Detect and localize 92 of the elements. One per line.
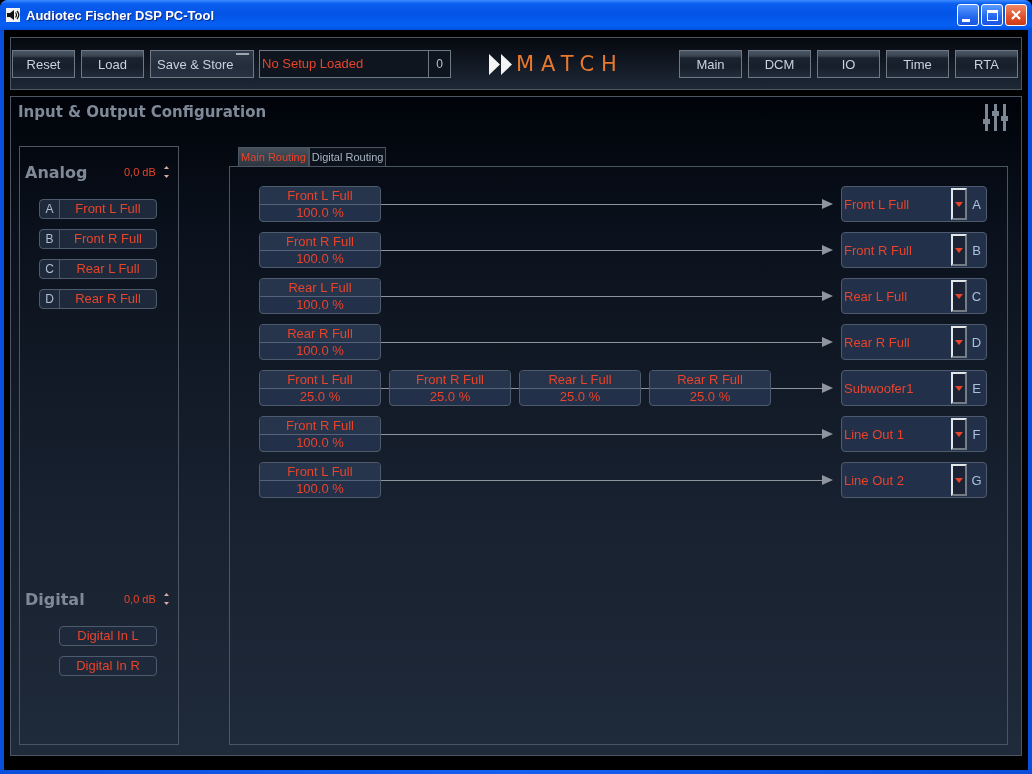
caret-icon [955, 477, 963, 483]
channel-letter: G [970, 471, 983, 490]
source-name[interactable]: Rear R Full [260, 325, 380, 343]
channel-letter: E [971, 379, 982, 398]
nav-button[interactable]: IO [817, 50, 880, 78]
maximize-button[interactable] [981, 4, 1003, 26]
caret-icon [955, 431, 963, 437]
dropdown-button[interactable] [951, 418, 967, 450]
output-channel-name[interactable]: Line Out 1 [842, 417, 951, 451]
toolbar-button[interactable]: Reset [12, 50, 75, 78]
stepper-icon[interactable] [163, 166, 169, 178]
mix-level-value[interactable]: 25.0 % [650, 388, 770, 405]
tab[interactable]: Main Routing [238, 147, 309, 166]
channel-letter: A [971, 195, 982, 214]
close-icon [1011, 10, 1021, 20]
close-button[interactable] [1005, 4, 1027, 26]
input-channel-name[interactable]: Digital In R [60, 657, 156, 675]
panel-title: Input & Output Configuration [18, 103, 267, 121]
connector-line [381, 387, 389, 389]
source-name[interactable]: Front R Full [390, 371, 510, 389]
mix-level-value[interactable]: 100.0 % [260, 480, 380, 497]
nav-button[interactable]: RTA [955, 50, 1018, 78]
dropdown-button[interactable] [951, 234, 967, 266]
minimize-icon [962, 18, 970, 22]
input-group-title: Analog [25, 162, 89, 182]
channel-letter: B [971, 241, 982, 260]
source-name[interactable]: Front L Full [260, 463, 380, 481]
output-channel-name[interactable]: Front L Full [842, 187, 951, 221]
input-channel-name[interactable]: Front R Full [60, 230, 156, 248]
output-channel-name[interactable]: Front R Full [842, 233, 951, 267]
source-name[interactable]: Rear L Full [520, 371, 640, 389]
mix-level-value[interactable]: 25.0 % [520, 388, 640, 405]
mix-level-value[interactable]: 100.0 % [260, 204, 380, 221]
source-name[interactable]: Front R Full [260, 233, 380, 251]
gain-value[interactable]: 0,0 dB [124, 593, 156, 605]
mix-level-value[interactable]: 25.0 % [260, 388, 380, 405]
toolbar-button[interactable]: Save & Store [150, 50, 254, 78]
nav-button[interactable]: Main [679, 50, 742, 78]
gain-value[interactable]: 0,0 dB [124, 166, 156, 178]
nav-button[interactable]: DCM [748, 50, 811, 78]
dropdown-button[interactable] [951, 326, 967, 358]
input-channel-name[interactable]: Rear R Full [60, 290, 156, 308]
input-channel-name[interactable]: Digital In L [60, 627, 156, 645]
connector-line [511, 387, 519, 389]
dropdown-button[interactable] [951, 372, 967, 404]
channel-letter: C [970, 287, 983, 306]
input-channel-name[interactable]: Rear L Full [60, 260, 156, 278]
channel-letter: C [40, 260, 60, 278]
input-channel-name[interactable]: Front L Full [60, 200, 156, 218]
caret-icon [955, 339, 963, 345]
speaker-icon [6, 8, 20, 22]
mix-level-value[interactable]: 100.0 % [260, 250, 380, 267]
toolbar-button[interactable]: Load [81, 50, 144, 78]
setup-count: 0 [428, 51, 450, 77]
indicator-bar-icon [236, 53, 249, 55]
sliders-icon[interactable] [983, 104, 1008, 131]
dropdown-button[interactable] [951, 188, 967, 220]
channel-letter: B [40, 230, 60, 248]
channel-letter: D [40, 290, 60, 308]
output-channel-name[interactable]: Subwoofer1 [842, 371, 951, 405]
dropdown-button[interactable] [951, 464, 967, 496]
output-channel-name[interactable]: Rear R Full [842, 325, 951, 359]
minimize-button[interactable] [957, 4, 979, 26]
source-name[interactable]: Front R Full [260, 417, 380, 435]
connector-line [641, 387, 649, 389]
input-group-title: Digital [25, 589, 86, 609]
logo-text: MATCH [516, 53, 624, 75]
source-name[interactable]: Rear R Full [650, 371, 770, 389]
dropdown-button[interactable] [951, 280, 967, 312]
output-channel-name[interactable]: Line Out 2 [842, 463, 951, 497]
caret-icon [955, 385, 963, 391]
caret-icon [955, 247, 963, 253]
stepper-icon[interactable] [163, 593, 169, 605]
source-name[interactable]: Front L Full [260, 371, 380, 389]
channel-letter: D [970, 333, 983, 352]
setup-status-text: No Setup Loaded [261, 55, 365, 73]
channel-letter: A [40, 200, 60, 218]
channel-letter: F [971, 425, 982, 444]
window-title: Audiotec Fischer DSP PC-Tool [26, 7, 215, 23]
source-name[interactable]: Rear L Full [260, 279, 380, 297]
source-name[interactable]: Front L Full [260, 187, 380, 205]
caret-icon [955, 201, 963, 207]
maximize-icon [986, 9, 998, 21]
mix-level-value[interactable]: 100.0 % [260, 434, 380, 451]
output-channel-name[interactable]: Rear L Full [842, 279, 951, 313]
mix-level-value[interactable]: 100.0 % [260, 296, 380, 313]
mix-level-value[interactable]: 25.0 % [390, 388, 510, 405]
fast-forward-icon [489, 53, 513, 75]
tab[interactable]: Digital Routing [308, 147, 387, 166]
mix-level-value[interactable]: 100.0 % [260, 342, 380, 359]
caret-icon [955, 293, 963, 299]
nav-button[interactable]: Time [886, 50, 949, 78]
